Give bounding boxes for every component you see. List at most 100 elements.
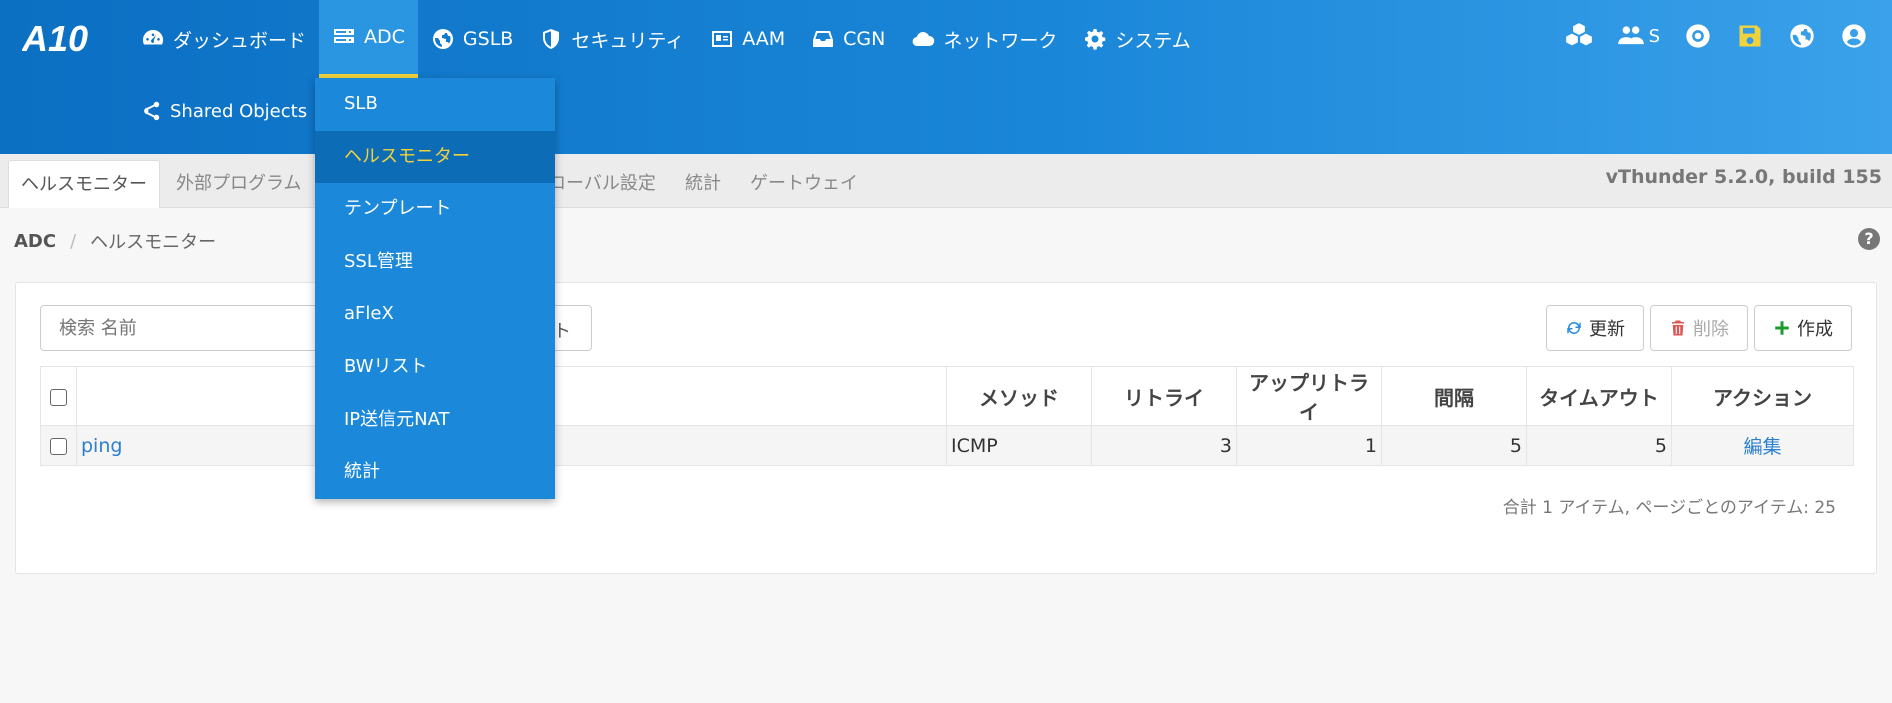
nav-cgn[interactable]: CGN bbox=[798, 0, 898, 78]
svg-text:A10: A10 bbox=[22, 20, 88, 56]
cell-timeout: 5 bbox=[1526, 425, 1672, 466]
breadcrumb-separator: / bbox=[70, 230, 77, 252]
col-interval[interactable]: 間隔 bbox=[1381, 366, 1527, 426]
nav-adc[interactable]: ADC bbox=[319, 0, 418, 78]
refresh-label: 更新 bbox=[1589, 319, 1625, 340]
content-panel: ト 更新 削除 作成 メソッド リトライ アップリトライ 間隔 タイムアウト bbox=[15, 282, 1877, 574]
col-method[interactable]: メソッド bbox=[946, 366, 1092, 426]
adc-dropdown-menu: SLB ヘルスモニター テンプレート SSL管理 aFleX BWリスト IP送… bbox=[315, 78, 555, 499]
row-select-cell bbox=[40, 425, 77, 466]
toolbar: 更新 削除 作成 bbox=[1546, 305, 1852, 351]
create-label: 作成 bbox=[1797, 319, 1833, 340]
help-icon[interactable]: ? bbox=[1858, 228, 1880, 250]
cubes-icon bbox=[1565, 23, 1592, 46]
nav-aam[interactable]: AAM bbox=[697, 0, 798, 78]
cell-method: ICMP bbox=[946, 425, 1092, 466]
pagination-info: 合計 1 アイテム, ページごとのアイテム: 25 bbox=[1502, 498, 1836, 518]
delete-label: 削除 bbox=[1693, 319, 1729, 340]
language-button[interactable] bbox=[1788, 22, 1816, 50]
tab-gateway[interactable]: ゲートウェイ bbox=[738, 160, 870, 208]
user-circle-icon bbox=[1842, 24, 1866, 48]
col-retry[interactable]: リトライ bbox=[1091, 366, 1237, 426]
menu-item-health-monitor[interactable]: ヘルスモニター bbox=[315, 130, 555, 184]
tab-statistics[interactable]: 統計 bbox=[673, 160, 733, 208]
save-icon bbox=[1739, 25, 1761, 47]
dashboard-icon bbox=[142, 29, 164, 45]
account-button[interactable] bbox=[1840, 22, 1868, 50]
plus-icon bbox=[1775, 321, 1789, 335]
menu-item-bw-list[interactable]: BWリスト bbox=[315, 341, 555, 394]
save-button[interactable] bbox=[1736, 22, 1764, 50]
top-header: A10 ダッシュボード ADC GSLB セキュリティ AAM CGN ネットワ… bbox=[0, 0, 1892, 154]
main-nav: ダッシュボード ADC GSLB セキュリティ AAM CGN ネットワーク シ… bbox=[128, 0, 1204, 78]
nav-label: システム bbox=[1115, 29, 1191, 52]
cell-retry: 3 bbox=[1091, 425, 1237, 466]
nav-label: ネットワーク bbox=[943, 29, 1058, 52]
cubes-button[interactable] bbox=[1565, 22, 1593, 50]
menu-item-templates[interactable]: テンプレート bbox=[315, 183, 555, 236]
gear-icon bbox=[1085, 29, 1106, 50]
cell-up-retry: 1 bbox=[1236, 425, 1382, 466]
tab-external-program[interactable]: 外部プログラム bbox=[164, 160, 313, 208]
share-icon bbox=[144, 101, 160, 121]
nav-label: ダッシュボード bbox=[173, 29, 307, 52]
tab-health-monitor[interactable]: ヘルスモニター bbox=[8, 160, 160, 208]
server-icon bbox=[334, 29, 355, 43]
search-input[interactable] bbox=[41, 306, 321, 350]
nav-dashboard[interactable]: ダッシュボード bbox=[128, 0, 319, 78]
create-button[interactable]: 作成 bbox=[1754, 305, 1852, 351]
nav-shared-objects[interactable]: Shared Objects bbox=[140, 100, 307, 122]
select-all-checkbox[interactable] bbox=[50, 389, 67, 406]
cell-interval: 5 bbox=[1381, 425, 1527, 466]
version-label: vThunder 5.2.0, build 155 bbox=[1605, 166, 1882, 188]
search-button[interactable]: ト bbox=[553, 317, 571, 343]
cloud-icon bbox=[912, 32, 935, 47]
nav-network[interactable]: ネットワーク bbox=[898, 0, 1070, 78]
globe-icon bbox=[1790, 24, 1814, 48]
menu-item-ssl-management[interactable]: SSL管理 bbox=[315, 236, 555, 289]
nav-label: ADC bbox=[364, 26, 405, 48]
nav-label: Shared Objects bbox=[170, 100, 308, 122]
inbox-icon bbox=[813, 31, 834, 47]
nav-label: GSLB bbox=[462, 28, 514, 50]
breadcrumb: ADC / ヘルスモニター bbox=[14, 228, 216, 254]
id-card-icon bbox=[712, 31, 733, 47]
edit-link[interactable]: 編集 bbox=[1743, 436, 1781, 458]
nav-system[interactable]: システム bbox=[1070, 0, 1203, 78]
menu-item-ip-source-nat[interactable]: IP送信元NAT bbox=[315, 394, 555, 447]
trash-icon bbox=[1672, 320, 1684, 336]
header-tools: S bbox=[1565, 22, 1868, 50]
nav-label: セキュリティ bbox=[571, 29, 685, 52]
breadcrumb-current: ヘルスモニター bbox=[90, 232, 217, 253]
user-label: S bbox=[1648, 25, 1660, 47]
lifebuoy-icon bbox=[1686, 24, 1710, 48]
menu-item-slb[interactable]: SLB bbox=[315, 78, 555, 131]
tab-global-settings[interactable]: ローバル設定 bbox=[536, 160, 668, 208]
shield-icon bbox=[543, 29, 560, 49]
col-action: アクション bbox=[1671, 366, 1854, 426]
refresh-icon bbox=[1567, 322, 1581, 334]
col-timeout[interactable]: タイムアウト bbox=[1526, 366, 1672, 426]
breadcrumb-root[interactable]: ADC bbox=[14, 231, 56, 252]
refresh-button[interactable]: 更新 bbox=[1546, 305, 1644, 351]
table-row: ping ICMP 3 1 5 5 編集 bbox=[40, 425, 1854, 466]
row-checkbox[interactable] bbox=[50, 437, 67, 455]
cell-action: 編集 bbox=[1671, 425, 1854, 466]
globe-icon bbox=[432, 29, 453, 49]
select-all-cell bbox=[40, 366, 77, 426]
menu-item-statistics[interactable]: 統計 bbox=[315, 446, 555, 499]
table-header-row: メソッド リトライ アップリトライ 間隔 タイムアウト アクション bbox=[40, 366, 1854, 426]
nav-label: CGN bbox=[843, 28, 886, 50]
health-monitor-table: メソッド リトライ アップリトライ 間隔 タイムアウト アクション ping I… bbox=[40, 366, 1854, 466]
nav-label: AAM bbox=[742, 28, 786, 50]
nav-gslb[interactable]: GSLB bbox=[418, 0, 526, 78]
users-button[interactable]: S bbox=[1617, 22, 1660, 50]
a10-logo[interactable]: A10 bbox=[22, 20, 108, 56]
support-button[interactable] bbox=[1684, 22, 1712, 50]
delete-button[interactable]: 削除 bbox=[1650, 305, 1748, 351]
sub-tabs: ヘルスモニター 外部プログラム ローバル設定 統計 ゲートウェイ vThunde… bbox=[0, 154, 1892, 208]
monitor-name-link[interactable]: ping bbox=[81, 435, 122, 457]
col-up-retry[interactable]: アップリトライ bbox=[1236, 366, 1382, 426]
nav-security[interactable]: セキュリティ bbox=[526, 0, 697, 78]
menu-item-aflex[interactable]: aFleX bbox=[315, 288, 555, 341]
